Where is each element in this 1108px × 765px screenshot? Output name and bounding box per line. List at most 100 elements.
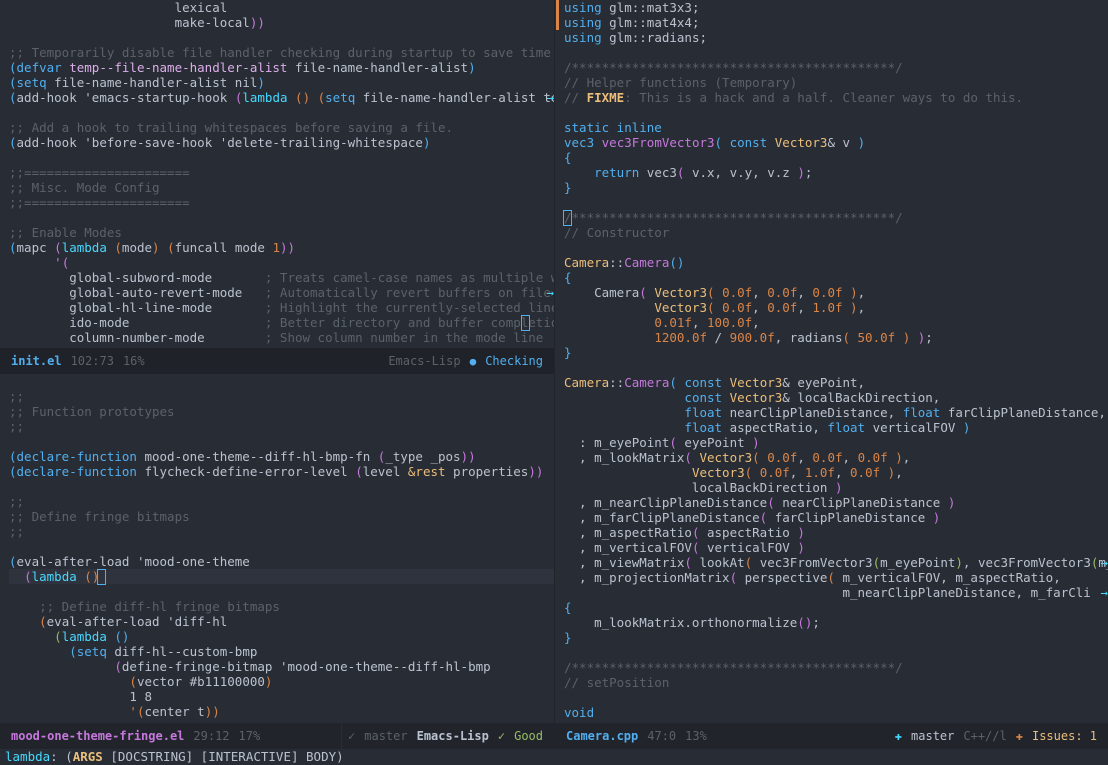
code-line[interactable]: ido-mode ; Better directory and buffer c…	[9, 315, 554, 331]
code-line[interactable]: (declare-function flycheck-define-error-…	[9, 464, 554, 479]
code-line[interactable]: ;;======================	[9, 195, 554, 210]
code-line[interactable]	[564, 240, 1108, 255]
code-line[interactable]	[9, 150, 554, 165]
code-line[interactable]	[9, 30, 554, 45]
code-line[interactable]: // Helper functions (Temporary)	[564, 75, 1108, 90]
code-line[interactable]: (defvar temp--file-name-handler-alist fi…	[9, 60, 554, 75]
buffer-text-mood-one-theme-fringe-el[interactable]: ;;;; Function prototypes;; (declare-func…	[0, 374, 554, 719]
code-line[interactable]: Vector3( 0.0f, 0.0f, 1.0f ),	[564, 300, 1108, 315]
code-line[interactable]: global-hl-line-mode ; Highlight the curr…	[9, 300, 554, 315]
code-line[interactable]: Camera::Camera( const Vector3& eyePoint,	[564, 375, 1108, 390]
code-line[interactable]: column-number-mode ; Show column number …	[9, 330, 554, 345]
code-line[interactable]: vec3 vec3FromVector3( const Vector3& v )	[564, 135, 1108, 150]
code-line[interactable]	[9, 584, 554, 599]
code-line[interactable]: // FIXME: This is a hack and a half. Cle…	[564, 90, 1108, 105]
code-line[interactable]: (lambda ()	[9, 569, 554, 585]
code-line[interactable]: }	[564, 345, 1108, 360]
code-line[interactable]: (mapc (lambda (mode) (funcall mode 1))	[9, 240, 554, 255]
code-line[interactable]: '(	[9, 255, 554, 270]
code-line[interactable]: (eval-after-load 'diff-hl	[9, 614, 554, 629]
code-line[interactable]	[564, 105, 1108, 120]
code-line[interactable]: ;; Function prototypes	[9, 404, 554, 419]
code-line[interactable]: 1 8	[9, 689, 554, 704]
code-line[interactable]: global-auto-revert-mode ; Automatically …	[9, 285, 554, 300]
code-line[interactable]: Vector3( 0.0f, 1.0f, 0.0f ),	[564, 465, 1108, 480]
code-line[interactable]: void	[564, 705, 1108, 720]
code-line[interactable]: using glm::mat4x4;	[564, 15, 1108, 30]
modeline-buffer-name[interactable]: Camera.cpp	[566, 729, 638, 744]
code-line[interactable]: , m_verticalFOV( verticalFOV )	[564, 540, 1108, 555]
code-line[interactable]: {	[564, 150, 1108, 165]
modeline-vc-branch[interactable]: master	[364, 729, 407, 744]
code-line[interactable]: (add-hook 'emacs-startup-hook (lambda ()…	[9, 90, 554, 105]
code-line[interactable]	[9, 539, 554, 554]
modeline-check-status[interactable]: Good	[514, 729, 543, 744]
code-line[interactable]: m_nearClipPlaneDistance, m_farCli →	[564, 585, 1108, 600]
code-line[interactable]: /***************************************…	[564, 60, 1108, 75]
code-line[interactable]: (lambda ()	[9, 629, 554, 644]
code-line[interactable]: }	[564, 630, 1108, 645]
code-line[interactable]	[564, 690, 1108, 705]
window-init-el[interactable]: lexical make-local)) ;; Temporarily disa…	[0, 0, 554, 348]
code-line[interactable]: 0.01f, 100.0f,	[564, 315, 1108, 330]
code-line[interactable]: ;; Temporarily disable file handler chec…	[9, 45, 554, 60]
code-line[interactable]	[564, 45, 1108, 60]
code-line[interactable]: const Vector3& localBackDirection,	[564, 390, 1108, 405]
code-line[interactable]: float nearClipPlaneDistance, float farCl…	[564, 405, 1108, 420]
modeline-major-mode[interactable]: C++//l	[963, 729, 1006, 744]
code-line[interactable]: m_lookMatrix.orthonormalize();	[564, 615, 1108, 630]
code-line[interactable]: /***************************************…	[564, 660, 1108, 675]
code-line[interactable]: using glm::mat3x3;	[564, 0, 1108, 15]
modeline-issues-count[interactable]: Issues: 1	[1032, 729, 1097, 744]
modeline-init-el[interactable]: init.el 102:73 16% Emacs-Lisp ● Checking	[0, 348, 554, 374]
code-line[interactable]	[9, 210, 554, 225]
code-line[interactable]: (define-fringe-bitmap 'mood-one-theme--d…	[9, 659, 554, 674]
code-line[interactable]: using glm::radians;	[564, 30, 1108, 45]
code-line[interactable]: {	[564, 270, 1108, 285]
modeline-camera-cpp[interactable]: Camera.cpp 47:0 13% ✚ master C++//l ✚ Is…	[555, 723, 1108, 749]
code-line[interactable]	[9, 479, 554, 494]
code-line[interactable]: , m_lookMatrix( Vector3( 0.0f, 0.0f, 0.0…	[564, 450, 1108, 465]
modeline-major-mode[interactable]: Emacs-Lisp	[388, 354, 460, 369]
code-line[interactable]: , m_nearClipPlaneDistance( nearClipPlane…	[564, 495, 1108, 510]
buffer-text-camera-cpp[interactable]: using glm::mat3x3; using glm::mat4x4; usin…	[555, 0, 1108, 720]
code-line[interactable]: /***************************************…	[563, 210, 1108, 226]
code-line[interactable]: ;;	[9, 389, 554, 404]
code-line[interactable]: ;; Define diff-hl fringe bitmaps	[9, 599, 554, 614]
code-line[interactable]: ;; Enable Modes	[9, 225, 554, 240]
code-line[interactable]: , m_farClipPlaneDistance( farClipPlaneDi…	[564, 510, 1108, 525]
code-line[interactable]	[9, 374, 554, 389]
code-line[interactable]: '(center t))	[9, 704, 554, 719]
modeline-major-mode[interactable]: Emacs-Lisp	[417, 729, 489, 744]
window-camera-cpp[interactable]: using glm::mat3x3; using glm::mat4x4; usin…	[555, 0, 1108, 723]
code-line[interactable]: (vector #b11100000)	[9, 674, 554, 689]
code-line[interactable]: {	[564, 600, 1108, 615]
code-line[interactable]: }	[564, 180, 1108, 195]
modeline-check-status[interactable]: Checking	[485, 354, 543, 369]
code-line[interactable]: ;;	[9, 494, 554, 509]
code-line[interactable]: ;;	[9, 419, 554, 434]
modeline-vc-branch[interactable]: master	[911, 729, 954, 744]
modeline-buffer-name[interactable]: mood-one-theme-fringe.el	[11, 729, 184, 744]
code-line[interactable]: ;; Add a hook to trailing whitespaces be…	[9, 120, 554, 135]
code-line[interactable]	[9, 105, 554, 120]
modeline-mood-one-theme-fringe-el[interactable]: mood-one-theme-fringe.el 29:12 17% ✓ mas…	[0, 723, 554, 749]
code-line[interactable]: ;;	[9, 524, 554, 539]
code-line[interactable]: static inline	[564, 120, 1108, 135]
code-line[interactable]	[564, 195, 1108, 210]
code-line[interactable]: // Constructor	[564, 225, 1108, 240]
code-line[interactable]: ;;======================	[9, 165, 554, 180]
code-line[interactable]: float aspectRatio, float verticalFOV )	[564, 420, 1108, 435]
code-line[interactable]	[564, 360, 1108, 375]
code-line[interactable]: (setq diff-hl--custom-bmp	[9, 644, 554, 659]
code-line[interactable]: , m_viewMatrix( lookAt( vec3FromVector3(…	[564, 555, 1108, 570]
code-line[interactable]: Camera( Vector3( 0.0f, 0.0f, 0.0f ),	[564, 285, 1108, 300]
code-line[interactable]: : m_eyePoint( eyePoint )	[564, 435, 1108, 450]
code-line[interactable]: ;; Define fringe bitmaps	[9, 509, 554, 524]
code-line[interactable]: make-local))	[9, 15, 554, 30]
code-line[interactable]: Camera::Camera()	[564, 255, 1108, 270]
code-line[interactable]: global-subword-mode ; Treats camel-case …	[9, 270, 554, 285]
code-line[interactable]: return vec3( v.x, v.y, v.z );	[564, 165, 1108, 180]
code-line[interactable]: , m_aspectRatio( aspectRatio )	[564, 525, 1108, 540]
code-line[interactable]: 1200.0f / 900.0f, radians( 50.0f ) );	[564, 330, 1108, 345]
